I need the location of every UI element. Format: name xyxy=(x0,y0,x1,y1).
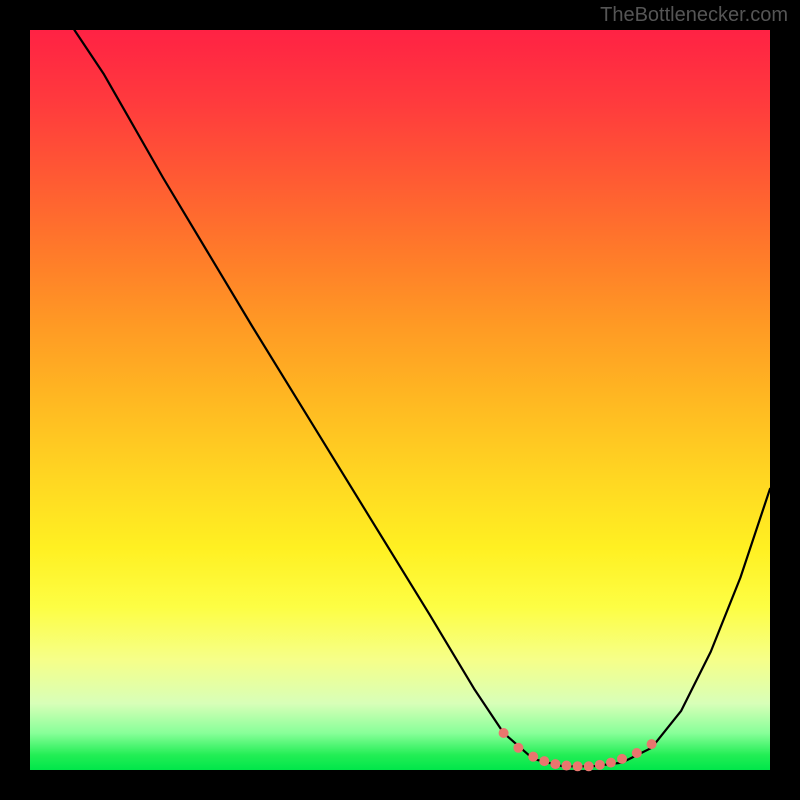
marker-dot xyxy=(573,761,583,771)
marker-dot xyxy=(539,756,549,766)
optimal-zone-markers xyxy=(499,728,657,771)
marker-dot xyxy=(513,743,523,753)
marker-dot xyxy=(606,758,616,768)
chart-plot-area xyxy=(30,30,770,770)
marker-dot xyxy=(528,752,538,762)
attribution-text: TheBottlenecker.com xyxy=(600,4,788,27)
marker-dot xyxy=(499,728,509,738)
marker-dot xyxy=(595,760,605,770)
marker-dot xyxy=(562,761,572,771)
marker-dot xyxy=(584,761,594,771)
bottleneck-curve xyxy=(74,30,770,766)
marker-dot xyxy=(632,748,642,758)
chart-svg xyxy=(30,30,770,770)
marker-dot xyxy=(617,754,627,764)
marker-dot xyxy=(647,739,657,749)
marker-dot xyxy=(550,759,560,769)
